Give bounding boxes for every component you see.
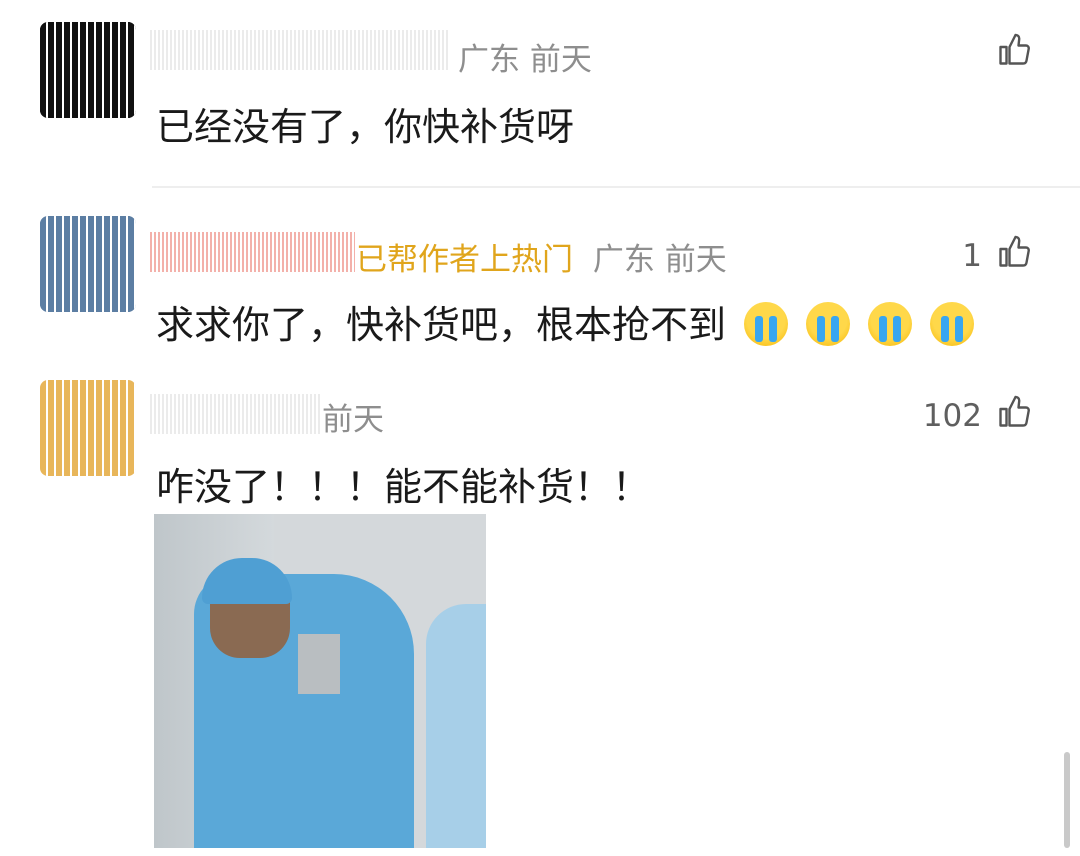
timestamp: 前天: [529, 42, 592, 78]
avatar[interactable]: [40, 380, 136, 476]
comment-text-body: 求求你了，快补货吧，根本抢不到: [156, 303, 727, 347]
like-button[interactable]: [982, 32, 1032, 76]
avatar[interactable]: [40, 22, 136, 118]
timestamp: 前天: [322, 402, 384, 438]
thumbs-up-icon: [996, 32, 1032, 76]
crying-emoji: [806, 302, 851, 346]
comment-image[interactable]: [154, 514, 486, 848]
crying-emoji: [930, 302, 975, 346]
like-button[interactable]: 1: [962, 234, 1032, 278]
hot-badge: 已帮作者上热门: [356, 242, 573, 278]
comment-text: 求求你了，快补货吧，根本抢不到: [156, 294, 975, 349]
comment-text: 咋没了！！！能不能补货！！: [156, 465, 651, 509]
crying-emoji: [744, 302, 789, 346]
comment-meta: 已帮作者上热门 广东 前天: [356, 234, 727, 279]
username[interactable]: [150, 394, 320, 434]
comment-text: 已经没有了，你快补货呀: [156, 105, 575, 149]
like-button[interactable]: 102: [923, 394, 1032, 438]
divider: [152, 186, 1080, 188]
timestamp: 前天: [664, 242, 727, 278]
username[interactable]: [150, 30, 450, 70]
like-count: 1: [962, 238, 982, 274]
comment-meta: 前天: [322, 394, 384, 439]
crying-emoji: [868, 302, 913, 346]
avatar[interactable]: [40, 216, 136, 312]
thumbs-up-icon: [996, 394, 1032, 438]
like-count: 102: [922, 398, 982, 434]
username[interactable]: [150, 232, 355, 272]
comment-meta: 广东 前天: [458, 34, 592, 79]
region: 广东: [458, 42, 520, 78]
region: 广东: [592, 242, 655, 278]
scrollbar[interactable]: [1064, 752, 1070, 848]
thumbs-up-icon: [996, 234, 1032, 278]
